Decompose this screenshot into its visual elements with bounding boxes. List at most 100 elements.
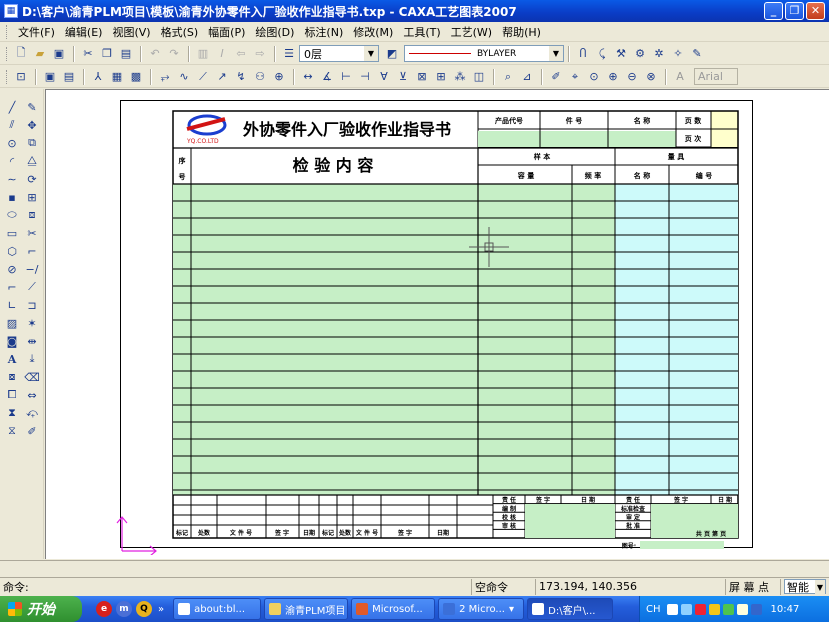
redo-icon[interactable]: ↷ [165, 45, 183, 63]
chamfer-icon[interactable]: ⊐ [23, 297, 41, 313]
menu-view[interactable]: 视图(V) [107, 24, 155, 40]
block-icon[interactable]: ◙ [3, 333, 21, 349]
tray-app-3-icon[interactable] [750, 603, 762, 615]
query-icon[interactable]: ⌕ [499, 68, 517, 86]
menu-process[interactable]: 工艺(W) [446, 24, 497, 40]
task-caxa[interactable]: D:\客户\... [527, 598, 614, 620]
tool-b-icon[interactable]: ⚙ [631, 45, 649, 63]
extend-icon[interactable]: −/ [23, 261, 41, 277]
snap-mode-select[interactable]: 智能 ▼ [784, 579, 826, 595]
menu-help[interactable]: 帮助(H) [497, 24, 546, 40]
menu-modify[interactable]: 修改(M) [348, 24, 398, 40]
stretch-icon[interactable]: ⇹ [23, 333, 41, 349]
copy-icon[interactable]: ❐ [98, 45, 116, 63]
back-arrow-icon[interactable]: ⇦ [232, 45, 250, 63]
menu-format[interactable]: 格式(S) [156, 24, 204, 40]
menu-draw[interactable]: 绘图(D) [250, 24, 299, 40]
minimize-button[interactable]: _ [764, 2, 783, 20]
hatch-icon[interactable]: ▨ [3, 315, 21, 331]
parallel-line-icon[interactable]: ⫽ [3, 117, 21, 133]
tool-2-icon[interactable]: ⇔ [23, 387, 41, 403]
snap-icon[interactable]: ⊡ [12, 68, 30, 86]
quicklaunch-more-icon[interactable]: » [158, 604, 164, 615]
task-microsoft-2[interactable]: 2 Micro... ▾ [438, 598, 525, 620]
network-icon[interactable] [680, 603, 692, 615]
menu-sheet[interactable]: 幅面(P) [203, 24, 250, 40]
mirror-icon[interactable]: ⧋ [23, 153, 41, 169]
zoom-all-icon[interactable]: ⊗ [642, 68, 660, 86]
target-icon[interactable]: ⊕ [270, 68, 288, 86]
open-folder-icon[interactable]: ▰ [31, 45, 49, 63]
tool-c-icon[interactable]: ✲ [650, 45, 668, 63]
chevron-down-icon[interactable]: ▼ [549, 46, 563, 61]
tray-app-2-icon[interactable] [722, 603, 734, 615]
antivirus-icon[interactable] [694, 603, 706, 615]
dim-h-icon[interactable]: ◫ [470, 68, 488, 86]
zoom-icon[interactable]: ⊙ [585, 68, 603, 86]
clock[interactable]: 10:47 [771, 604, 800, 615]
rectangle-icon[interactable]: ▭ [3, 225, 21, 241]
quicklaunch-m-icon[interactable]: m [116, 601, 132, 617]
zoom-in-icon[interactable]: ⊕ [604, 68, 622, 86]
property-icon[interactable]: ▥ [194, 45, 212, 63]
menu-tools[interactable]: 工具(T) [398, 24, 445, 40]
dimension-icon[interactable]: ⤹ [593, 45, 611, 63]
ruler-icon[interactable]: ✎ [23, 99, 41, 115]
zigzag-icon[interactable]: ⟋ [194, 68, 212, 86]
font-select[interactable]: Arial [694, 68, 738, 85]
tool-3-icon[interactable]: ⧗ [3, 405, 21, 421]
line-icon[interactable]: ╱ [3, 99, 21, 115]
tool-6-icon[interactable]: ✐ [23, 423, 41, 439]
font-icon[interactable]: A [671, 68, 689, 86]
layer-icon[interactable]: ☰ [280, 45, 298, 63]
paste-icon[interactable]: ▤ [117, 45, 135, 63]
menu-file[interactable]: 文件(F) [13, 24, 60, 40]
edit-icon[interactable]: ✎ [688, 45, 706, 63]
fillet-icon[interactable]: ⌐ [23, 243, 41, 259]
start-button[interactable]: 开始 [0, 596, 82, 622]
grid-icon[interactable]: ▦ [108, 68, 126, 86]
point-icon[interactable]: ▪ [3, 189, 21, 205]
tool-d-icon[interactable]: ✧ [669, 45, 687, 63]
erase-icon[interactable]: ⌫ [23, 369, 41, 385]
wave-icon[interactable]: ∿ [175, 68, 193, 86]
color-icon[interactable]: ◩ [383, 45, 401, 63]
pen-icon[interactable]: ✐ [547, 68, 565, 86]
copy-tool-icon[interactable]: ⧉ [23, 135, 41, 151]
polygon-icon[interactable]: ⬡ [3, 243, 21, 259]
text-format-icon[interactable]: ⅄ [89, 68, 107, 86]
rotate-icon[interactable]: ⟳ [23, 171, 41, 187]
break-icon[interactable]: ⟋ [23, 279, 41, 295]
chevron-down-icon[interactable]: ▼ [364, 46, 378, 61]
forward-arrow-icon[interactable]: ⇨ [251, 45, 269, 63]
measure-icon[interactable]: ⊿ [518, 68, 536, 86]
move-icon[interactable]: ✥ [23, 117, 41, 133]
circle-icon[interactable]: ⊙ [3, 135, 21, 151]
close-button[interactable]: ✕ [806, 2, 825, 20]
dim-d-icon[interactable]: ⊻ [394, 68, 412, 86]
italic-icon[interactable]: 𝐼 [213, 45, 231, 63]
linetype-select[interactable]: BYLAYER ▼ [404, 45, 564, 62]
scale-icon[interactable]: ⧈ [23, 207, 41, 223]
centerline-icon[interactable]: ⊘ [3, 261, 21, 277]
menu-edit[interactable]: 编辑(E) [60, 24, 108, 40]
trim-icon[interactable]: ✂ [23, 225, 41, 241]
task-plm-folder[interactable]: 渝青PLM项目 [264, 598, 349, 620]
spline-icon[interactable]: ∼ [3, 171, 21, 187]
frame-icon[interactable]: ▣ [41, 68, 59, 86]
layer-select[interactable]: 0层 ▼ [299, 45, 379, 62]
chevron-down-icon[interactable]: ▼ [815, 580, 825, 595]
command-label[interactable]: 命令: [0, 578, 472, 595]
dim-a-icon[interactable]: ⊢ [337, 68, 355, 86]
image-icon[interactable]: ▩ [127, 68, 145, 86]
undo-icon[interactable]: ↶ [146, 45, 164, 63]
ime-icon[interactable] [666, 603, 678, 615]
dim-b-icon[interactable]: ⊣ [356, 68, 374, 86]
slash-icon[interactable]: ↗ [213, 68, 231, 86]
array-icon[interactable]: ⊞ [23, 189, 41, 205]
tray-app-1-icon[interactable] [708, 603, 720, 615]
zoom-window-icon[interactable]: ⌖ [566, 68, 584, 86]
arrow-line-icon[interactable]: ⥅ [156, 68, 174, 86]
angle-dim-icon[interactable]: ∡ [318, 68, 336, 86]
tool-a-icon[interactable]: ⚒ [612, 45, 630, 63]
